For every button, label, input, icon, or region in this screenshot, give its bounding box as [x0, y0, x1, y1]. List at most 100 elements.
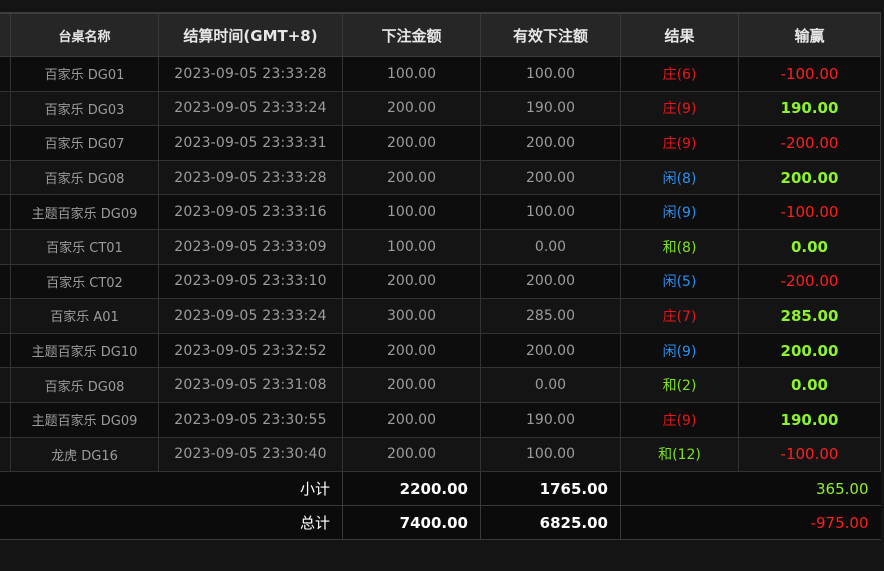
subtotal-bet: 2200.00: [342, 471, 481, 507]
cell-result: 闲(5): [620, 263, 739, 300]
cell-table-name: 主题百家乐 DG09: [10, 194, 159, 230]
cell-bet-amount: 200.00: [342, 90, 481, 127]
table-row: 主题百家乐 DG09 2023-09-05 23:33:16 100.00 100.0…: [0, 194, 881, 230]
cell-table-name: 百家乐 CT02: [10, 263, 159, 300]
cell-bet-amount: 300.00: [342, 298, 481, 334]
cell-settle-time: 2023-09-05 23:33:28: [158, 56, 343, 92]
cell-win-loss: -200.00: [738, 263, 881, 300]
cell-settle-time: 2023-09-05 23:33:10: [158, 263, 343, 300]
row-spacer: [0, 159, 11, 196]
cell-settle-time: 2023-09-05 23:33:24: [158, 298, 343, 334]
cell-win-loss: 200.00: [738, 159, 881, 196]
cell-settle-time: 2023-09-05 23:30:40: [158, 436, 343, 473]
cell-bet-amount: 100.00: [342, 228, 481, 265]
total-valid: 6825.00: [480, 505, 621, 541]
table-row: 百家乐 DG08 2023-09-05 23:33:28 200.00 200.00 闲…: [0, 159, 881, 196]
cell-result: 闲(9): [620, 332, 739, 369]
table-row: 百家乐 CT01 2023-09-05 23:33:09 100.00 0.00 和(8…: [0, 228, 881, 265]
cell-valid-bet: 100.00: [480, 56, 621, 92]
cell-bet-amount: 200.00: [342, 401, 481, 438]
subtotal-row: 小计 2200.00 1765.00 365.00: [0, 471, 881, 507]
bet-history-table: 台桌名称 结算时间(GMT+8) 下注金额 有效下注额 结果 输赢 百家乐 DG…: [0, 12, 881, 541]
cell-bet-amount: 100.00: [342, 56, 481, 92]
cell-valid-bet: 100.00: [480, 436, 621, 473]
cell-win-loss: 190.00: [738, 401, 881, 438]
total-row: 总计 7400.00 6825.00 -975.00: [0, 505, 881, 541]
table-row: 龙虎 DG16 2023-09-05 23:30:40 200.00 100.00 和(…: [0, 436, 881, 473]
footer-strip: [0, 551, 884, 571]
cell-bet-amount: 200.00: [342, 263, 481, 300]
cell-valid-bet: 200.00: [480, 159, 621, 196]
cell-result: 闲(9): [620, 194, 739, 230]
table-row: 百家乐 DG03 2023-09-05 23:33:24 200.00 190.00 庄…: [0, 90, 881, 127]
cell-win-loss: -100.00: [738, 56, 881, 92]
row-spacer: [0, 263, 11, 300]
row-spacer: [0, 90, 11, 127]
cell-table-name: 百家乐 DG08: [10, 367, 159, 403]
cell-settle-time: 2023-09-05 23:30:55: [158, 401, 343, 438]
cell-settle-time: 2023-09-05 23:33:09: [158, 228, 343, 265]
table-row: 百家乐 A01 2023-09-05 23:33:24 300.00 285.00 庄(…: [0, 298, 881, 334]
header-spacer: [0, 12, 11, 57]
row-spacer: [0, 401, 11, 438]
header-valid-bet: 有效下注额: [480, 12, 621, 57]
cell-table-name: 百家乐 DG03: [10, 90, 159, 127]
cell-table-name: 百家乐 CT01: [10, 228, 159, 265]
cell-table-name: 百家乐 DG07: [10, 125, 159, 161]
cell-result: 庄(7): [620, 298, 739, 334]
cell-result: 庄(6): [620, 56, 739, 92]
cell-result: 庄(9): [620, 125, 739, 161]
table-body: 百家乐 DG01 2023-09-05 23:33:28 100.00 100.00 庄…: [0, 56, 881, 473]
row-spacer: [0, 298, 11, 334]
cell-table-name: 百家乐 DG08: [10, 159, 159, 196]
row-spacer: [0, 125, 11, 161]
cell-result: 和(12): [620, 436, 739, 473]
total-label: 总计: [0, 505, 343, 541]
table-header: 台桌名称 结算时间(GMT+8) 下注金额 有效下注额 结果 输赢: [0, 12, 881, 57]
cell-table-name: 龙虎 DG16: [10, 436, 159, 473]
row-spacer: [0, 367, 11, 403]
cell-bet-amount: 100.00: [342, 194, 481, 230]
cell-valid-bet: 190.00: [480, 90, 621, 127]
cell-valid-bet: 0.00: [480, 228, 621, 265]
header-bet-amount: 下注金额: [342, 12, 481, 57]
bet-history-panel: 台桌名称 结算时间(GMT+8) 下注金额 有效下注额 结果 输赢 百家乐 DG…: [0, 12, 882, 541]
row-spacer: [0, 436, 11, 473]
cell-table-name: 百家乐 DG01: [10, 56, 159, 92]
cell-win-loss: 0.00: [738, 367, 881, 403]
cell-bet-amount: 200.00: [342, 159, 481, 196]
cell-table-name: 主题百家乐 DG10: [10, 332, 159, 369]
total-winloss: -975.00: [620, 505, 881, 541]
row-spacer: [0, 56, 11, 92]
table-row: 百家乐 DG08 2023-09-05 23:31:08 200.00 0.00 和(2…: [0, 367, 881, 403]
cell-settle-time: 2023-09-05 23:33:31: [158, 125, 343, 161]
cell-valid-bet: 285.00: [480, 298, 621, 334]
cell-valid-bet: 200.00: [480, 332, 621, 369]
cell-win-loss: -200.00: [738, 125, 881, 161]
subtotal-valid: 1765.00: [480, 471, 621, 507]
cell-valid-bet: 190.00: [480, 401, 621, 438]
table-row: 百家乐 DG01 2023-09-05 23:33:28 100.00 100.00 庄…: [0, 56, 881, 92]
cell-bet-amount: 200.00: [342, 436, 481, 473]
cell-win-loss: 190.00: [738, 90, 881, 127]
cell-settle-time: 2023-09-05 23:32:52: [158, 332, 343, 369]
subtotal-label: 小计: [0, 471, 343, 507]
total-bet: 7400.00: [342, 505, 481, 541]
cell-win-loss: 0.00: [738, 228, 881, 265]
cell-bet-amount: 200.00: [342, 125, 481, 161]
cell-settle-time: 2023-09-05 23:33:28: [158, 159, 343, 196]
cell-valid-bet: 0.00: [480, 367, 621, 403]
header-result: 结果: [620, 12, 739, 57]
cell-table-name: 百家乐 A01: [10, 298, 159, 334]
row-spacer: [0, 194, 11, 230]
cell-settle-time: 2023-09-05 23:31:08: [158, 367, 343, 403]
cell-win-loss: -100.00: [738, 194, 881, 230]
header-win-loss: 输赢: [738, 12, 881, 57]
cell-result: 庄(9): [620, 401, 739, 438]
cell-table-name: 主题百家乐 DG09: [10, 401, 159, 438]
subtotal-winloss: 365.00: [620, 471, 881, 507]
cell-bet-amount: 200.00: [342, 332, 481, 369]
table-row: 主题百家乐 DG10 2023-09-05 23:32:52 200.00 200.0…: [0, 332, 881, 369]
cell-win-loss: 285.00: [738, 298, 881, 334]
cell-valid-bet: 200.00: [480, 263, 621, 300]
